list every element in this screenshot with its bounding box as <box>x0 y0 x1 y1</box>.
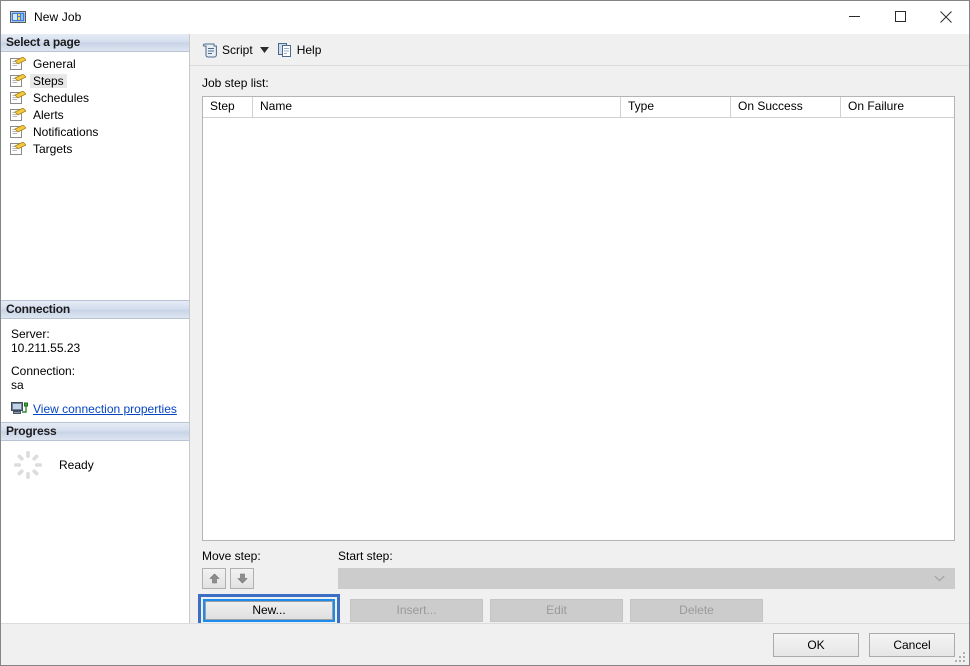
grid-body-empty[interactable] <box>203 118 954 540</box>
page-icon <box>10 107 27 122</box>
help-button[interactable]: Help <box>273 39 326 61</box>
sidebar-item-label: Steps <box>30 73 67 88</box>
progress-spinner-icon <box>13 450 43 480</box>
window-title: New Job <box>34 10 82 24</box>
control-labels: Move step: Start step: <box>202 549 955 563</box>
start-step-dropdown[interactable] <box>338 567 955 589</box>
connection-header: Connection <box>1 300 189 319</box>
page-icon <box>10 90 27 105</box>
maximize-button[interactable] <box>877 1 923 32</box>
page-icon <box>10 124 27 139</box>
sidebar-item-alerts[interactable]: Alerts <box>1 106 189 123</box>
sidebar-item-targets[interactable]: Targets <box>1 140 189 157</box>
server-value: 10.211.55.23 <box>11 341 81 355</box>
main-panel: Script Help Job step list: Step Name Typ… <box>190 34 969 627</box>
help-icon <box>277 42 293 58</box>
new-job-dialog: New Job Select a page General Steps Sche… <box>0 0 970 666</box>
sidebar-item-general[interactable]: General <box>1 55 189 72</box>
sidebar-item-label: Schedules <box>33 90 90 105</box>
new-step-focus-inner: New... <box>203 598 335 622</box>
sidebar-item-label: General <box>33 56 76 71</box>
chevron-down-icon[interactable] <box>934 571 945 585</box>
resize-grip-icon[interactable] <box>954 651 966 663</box>
new-step-focus-ring: New... <box>198 593 340 627</box>
page-list: General Steps Schedules Alerts Notificat… <box>1 52 189 157</box>
insert-step-button[interactable]: Insert... <box>350 598 483 622</box>
sidebar-item-label: Notifications <box>33 124 99 139</box>
server-label: Server: <box>11 327 50 341</box>
delete-step-button[interactable]: Delete <box>630 598 763 622</box>
column-header-step[interactable]: Step <box>203 97 253 117</box>
script-label: Script <box>222 42 253 57</box>
window-controls <box>831 1 969 33</box>
page-icon <box>10 141 27 156</box>
close-button[interactable] <box>923 1 969 32</box>
sidebar-item-schedules[interactable]: Schedules <box>1 89 189 106</box>
move-step-down-button[interactable] <box>230 567 254 589</box>
sidebar: Select a page General Steps Schedules Al… <box>1 34 190 623</box>
select-page-header: Select a page <box>1 34 189 52</box>
new-step-button[interactable]: New... <box>205 600 333 620</box>
page-icon <box>10 73 27 88</box>
view-connection-properties-link[interactable]: View connection properties <box>33 402 177 416</box>
script-icon <box>202 42 218 58</box>
connection-info: Server: 10.211.55.23 Connection: sa View… <box>1 319 189 422</box>
dialog-body: Select a page General Steps Schedules Al… <box>1 34 969 627</box>
progress-info: Ready <box>1 441 189 623</box>
minimize-button[interactable] <box>831 1 877 32</box>
steps-pane: Job step list: Step Name Type On Success… <box>190 66 969 541</box>
job-icon <box>10 9 26 25</box>
cancel-button[interactable]: Cancel <box>869 632 955 657</box>
script-button[interactable]: Script <box>198 39 257 61</box>
sidebar-item-label: Targets <box>33 141 73 156</box>
step-action-buttons: New... Insert... Edit Delete <box>198 593 955 627</box>
dialog-footer: OK Cancel <box>1 623 969 665</box>
progress-status: Ready <box>59 458 94 472</box>
sidebar-item-steps[interactable]: Steps <box>1 72 189 89</box>
sidebar-spacer <box>1 157 189 300</box>
start-step-field[interactable] <box>338 567 955 589</box>
connection-properties-icon <box>11 401 28 416</box>
start-step-label: Start step: <box>338 549 393 563</box>
toolbar: Script Help <box>190 34 969 66</box>
progress-header: Progress <box>1 422 189 441</box>
job-step-list-grid[interactable]: Step Name Type On Success On Failure <box>202 96 955 541</box>
connection-value: sa <box>11 378 24 392</box>
move-step-up-button[interactable] <box>202 567 226 589</box>
step-controls: Move step: Start step: New... Insert... … <box>190 541 969 627</box>
title-bar: New Job <box>1 1 969 34</box>
sidebar-item-label: Alerts <box>33 107 64 122</box>
column-header-name[interactable]: Name <box>253 97 621 117</box>
job-step-list-label: Job step list: <box>202 76 269 90</box>
move-and-start-row <box>202 567 955 589</box>
ok-button[interactable]: OK <box>773 632 859 657</box>
column-header-on-failure[interactable]: On Failure <box>841 97 954 117</box>
move-step-label: Move step: <box>202 549 261 563</box>
script-dropdown-caret-icon[interactable] <box>257 39 273 61</box>
help-label: Help <box>296 42 322 57</box>
grid-header-row: Step Name Type On Success On Failure <box>203 97 954 118</box>
column-header-on-success[interactable]: On Success <box>731 97 841 117</box>
column-header-type[interactable]: Type <box>621 97 731 117</box>
view-connection-properties-row[interactable]: View connection properties <box>11 401 189 416</box>
page-icon <box>10 56 27 71</box>
connection-label: Connection: <box>11 364 76 378</box>
edit-step-button[interactable]: Edit <box>490 598 623 622</box>
sidebar-item-notifications[interactable]: Notifications <box>1 123 189 140</box>
